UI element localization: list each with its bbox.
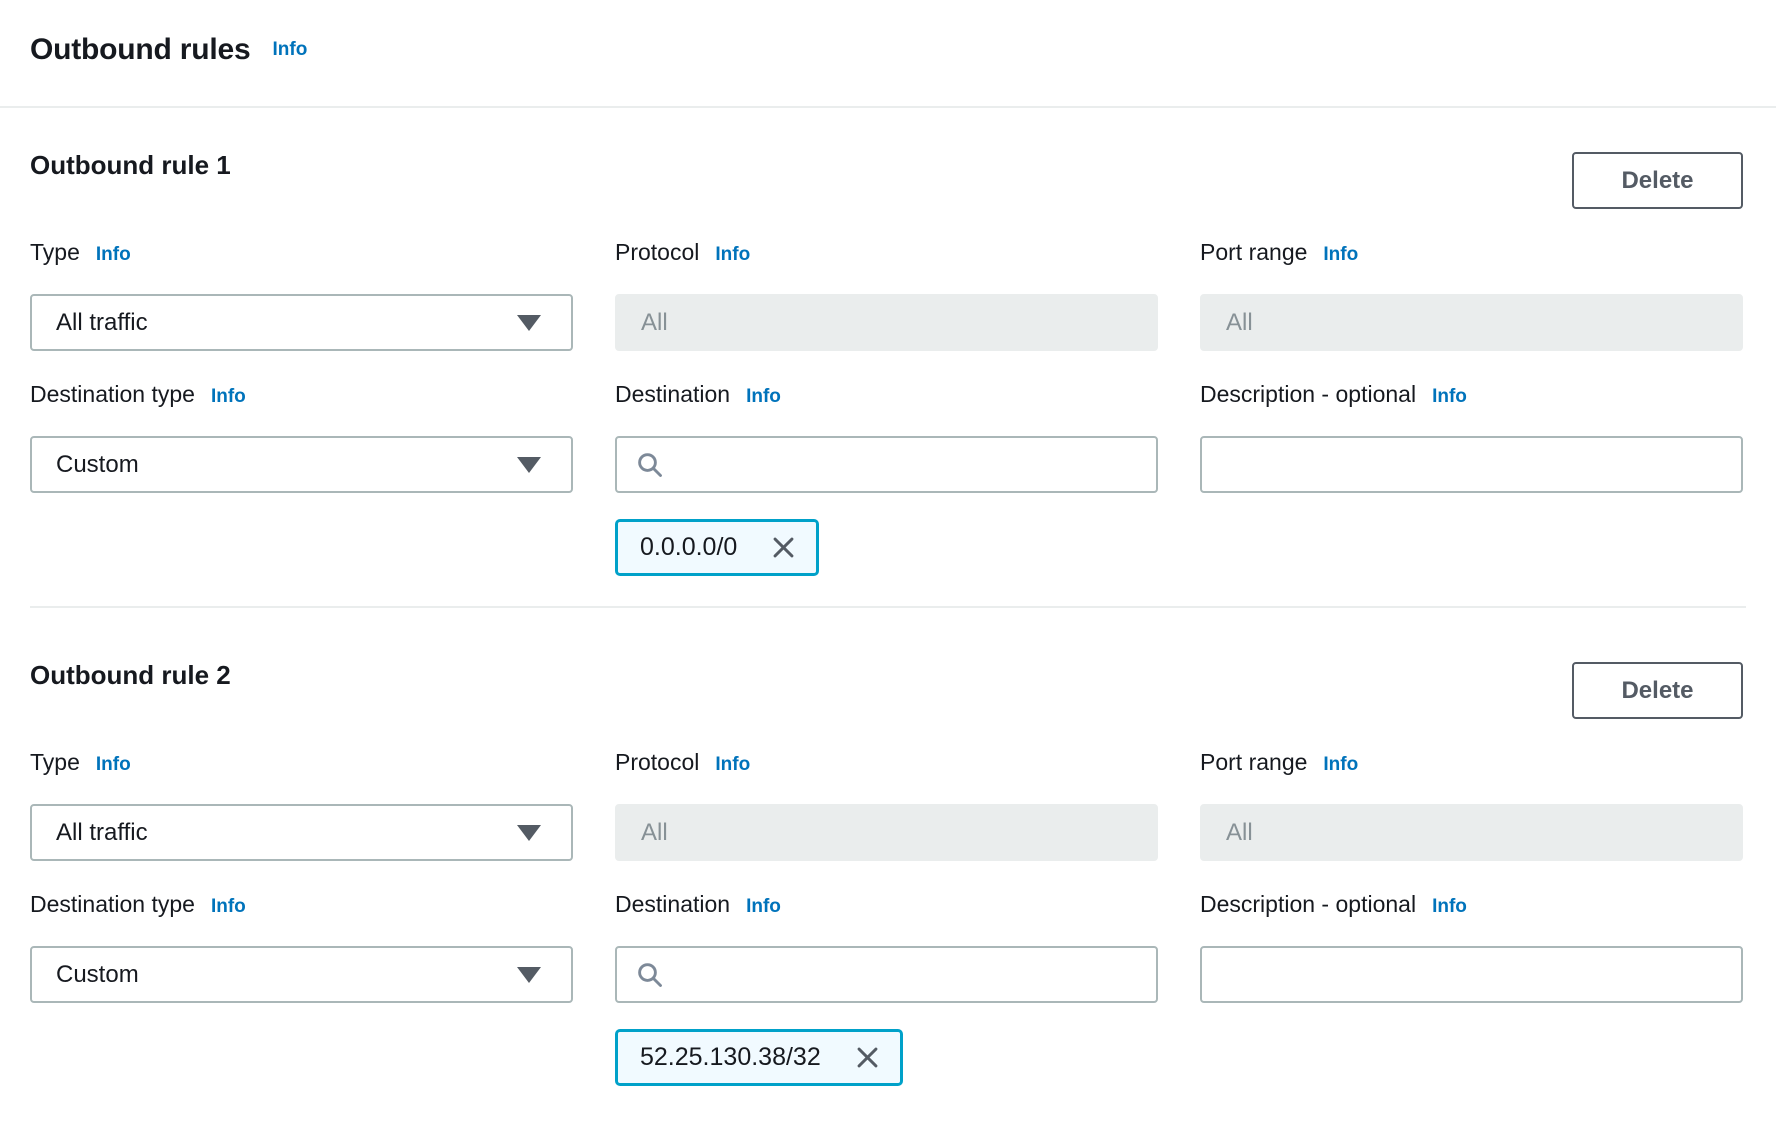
type-info-link[interactable]: Info (96, 240, 131, 270)
rule-2-type-select[interactable]: All traffic (30, 804, 573, 861)
chevron-down-icon (517, 967, 541, 983)
rule-1-protocol-field: Protocol Info All (615, 237, 1158, 351)
chevron-down-icon (517, 315, 541, 331)
rule-2-destination-search (615, 946, 1158, 1003)
destination-type-info-link[interactable]: Info (211, 892, 246, 922)
port-range-label: Port range (1200, 237, 1307, 267)
rule-1-destination-search (615, 436, 1158, 493)
outbound-rules-panel: Outbound rules Info Outbound rule 1 Dele… (0, 0, 1776, 1086)
rule-2-destination-type-select[interactable]: Custom (30, 946, 573, 1003)
rule-2-protocol-field: Protocol Info All (615, 747, 1158, 861)
rule-1-type-select[interactable]: All traffic (30, 294, 573, 351)
rule-2-destination-field: Destination Info (615, 889, 1158, 1003)
destination-info-link[interactable]: Info (746, 892, 781, 922)
type-label: Type (30, 747, 80, 777)
rule-2-row-a: Type Info All traffic Protocol Info All … (30, 747, 1743, 861)
chevron-down-icon (517, 457, 541, 473)
rule-2-port-range-field: Port range Info All (1200, 747, 1743, 861)
outbound-rule-2-section: Outbound rule 2 Delete Type Info All tra… (0, 608, 1776, 1086)
rule-2-row-b: Destination type Info Custom Destination… (30, 889, 1743, 1003)
protocol-info-link[interactable]: Info (715, 240, 750, 270)
rule-2-description-input[interactable] (1200, 946, 1743, 1003)
outbound-rule-1-section: Outbound rule 1 Delete Type Info All tra… (0, 108, 1776, 576)
protocol-info-link[interactable]: Info (715, 750, 750, 780)
rule-2-description-field: Description - optional Info (1200, 889, 1743, 1003)
rule-1-row-a: Type Info All traffic Protocol Info All … (30, 237, 1743, 351)
rule-1-row-b: Destination type Info Custom Destination… (30, 379, 1743, 493)
chevron-down-icon (517, 825, 541, 841)
rule-2-destination-token: 52.25.130.38/32 (615, 1029, 903, 1086)
close-icon (853, 1043, 882, 1072)
rule-1-protocol-input: All (615, 294, 1158, 351)
rule-1-type-select-value: All traffic (56, 309, 148, 337)
rule-2-token-row: 52.25.130.38/32 (30, 1029, 1743, 1086)
destination-label: Destination (615, 379, 730, 409)
destination-type-info-link[interactable]: Info (211, 382, 246, 412)
search-icon (635, 960, 665, 990)
destination-type-label: Destination type (30, 379, 195, 409)
rule-2-delete-button[interactable]: Delete (1572, 662, 1743, 719)
rule-2-type-select-value: All traffic (56, 819, 148, 847)
type-info-link[interactable]: Info (96, 750, 131, 780)
rule-2-protocol-input: All (615, 804, 1158, 861)
port-range-info-link[interactable]: Info (1323, 240, 1358, 270)
rule-1-destination-type-select[interactable]: Custom (30, 436, 573, 493)
destination-type-label: Destination type (30, 889, 195, 919)
description-label: Description - optional (1200, 889, 1416, 919)
rule-2-destination-search-input[interactable] (679, 948, 1138, 1001)
rule-1-token-dismiss-button[interactable] (765, 529, 802, 566)
rule-1-destination-token: 0.0.0.0/0 (615, 519, 819, 576)
rule-1-token-row: 0.0.0.0/0 (30, 519, 1743, 576)
rule-1-description-field: Description - optional Info (1200, 379, 1743, 493)
rule-2-destination-token-value: 52.25.130.38/32 (640, 1043, 821, 1072)
close-icon (769, 533, 798, 562)
rule-2-destination-type-field: Destination type Info Custom (30, 889, 573, 1003)
destination-info-link[interactable]: Info (746, 382, 781, 412)
description-label: Description - optional (1200, 379, 1416, 409)
protocol-label: Protocol (615, 237, 699, 267)
rule-1-port-range-field: Port range Info All (1200, 237, 1743, 351)
outbound-rules-info-link[interactable]: Info (273, 39, 308, 61)
rule-2-header: Outbound rule 2 Delete (30, 658, 1743, 719)
rule-1-destination-type-field: Destination type Info Custom (30, 379, 573, 493)
port-range-info-link[interactable]: Info (1323, 750, 1358, 780)
rule-2-token-dismiss-button[interactable] (849, 1039, 886, 1076)
rule-1-destination-field: Destination Info (615, 379, 1158, 493)
rule-1-description-input[interactable] (1200, 436, 1743, 493)
rule-1-destination-token-value: 0.0.0.0/0 (640, 533, 737, 562)
rule-1-destination-type-select-value: Custom (56, 451, 139, 479)
rule-1-type-field: Type Info All traffic (30, 237, 573, 351)
panel-header: Outbound rules Info (0, 0, 1776, 108)
search-icon (635, 450, 665, 480)
destination-label: Destination (615, 889, 730, 919)
rule-1-destination-search-input[interactable] (679, 438, 1138, 491)
rule-1-header: Outbound rule 1 Delete (30, 148, 1743, 209)
port-range-label: Port range (1200, 747, 1307, 777)
rule-2-port-range-input: All (1200, 804, 1743, 861)
rule-1-heading: Outbound rule 1 (30, 148, 231, 182)
rule-1-delete-button[interactable]: Delete (1572, 152, 1743, 209)
protocol-label: Protocol (615, 747, 699, 777)
rule-2-destination-type-select-value: Custom (56, 961, 139, 989)
rule-2-heading: Outbound rule 2 (30, 658, 231, 692)
description-info-link[interactable]: Info (1432, 892, 1467, 922)
rule-1-port-range-input: All (1200, 294, 1743, 351)
description-info-link[interactable]: Info (1432, 382, 1467, 412)
type-label: Type (30, 237, 80, 267)
rule-2-type-field: Type Info All traffic (30, 747, 573, 861)
page-title: Outbound rules (30, 33, 251, 67)
